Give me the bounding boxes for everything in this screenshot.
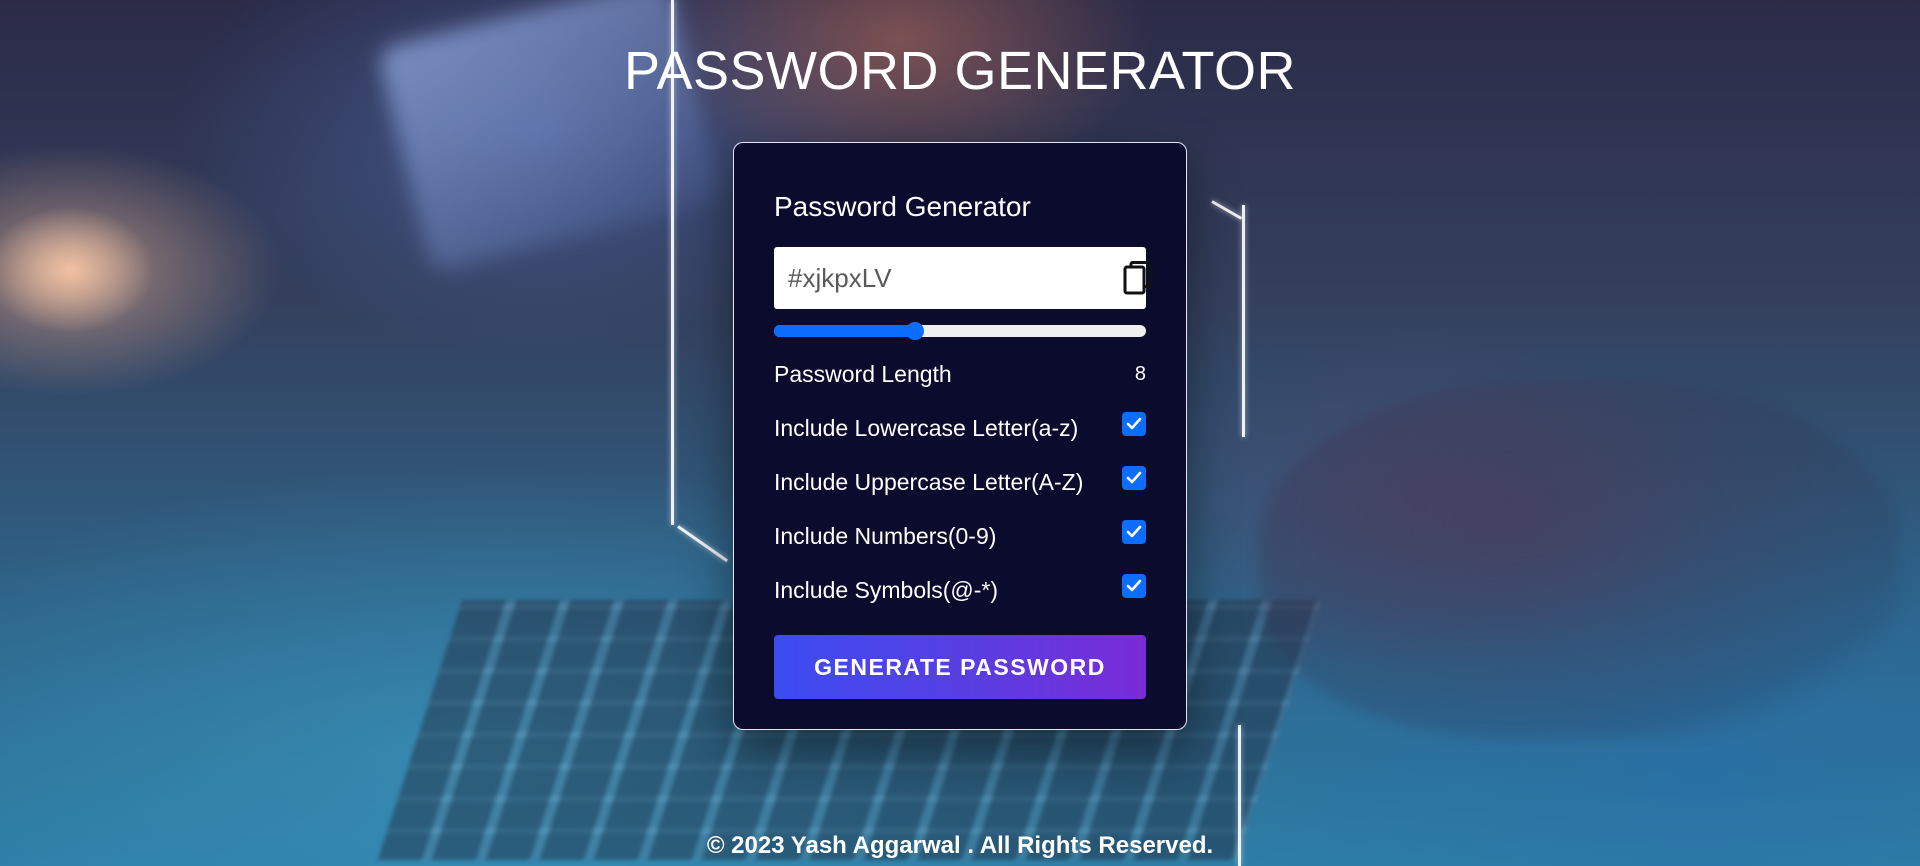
uppercase-checkbox[interactable] [1122, 466, 1146, 490]
length-row: Password Length 8 [774, 359, 1146, 389]
length-slider[interactable] [774, 322, 1146, 340]
numbers-checkbox[interactable] [1122, 520, 1146, 544]
option-label: Include Numbers(0-9) [774, 522, 997, 549]
checkmark-icon [1126, 579, 1142, 592]
background-hand [1260, 380, 1900, 740]
option-label: Include Symbols(@-*) [774, 576, 999, 603]
decor-line [677, 525, 729, 563]
card-title: Password Generator [774, 191, 1031, 222]
checkmark-icon [1126, 417, 1142, 430]
checkmark-icon [1126, 471, 1142, 484]
length-value: 8 [1134, 362, 1146, 385]
lowercase-checkbox[interactable] [1122, 412, 1146, 436]
length-slider-thumb[interactable] [906, 322, 925, 340]
option-lowercase[interactable]: Include Lowercase Letter(a-z) [774, 412, 1146, 443]
decor-line [1211, 200, 1243, 220]
option-numbers[interactable]: Include Numbers(0-9) [774, 520, 1146, 551]
page-title: PASSWORD GENERATOR [623, 41, 1297, 101]
symbols-checkbox[interactable] [1122, 574, 1146, 598]
footer-copyright: © 2023 Yash Aggarwal . All Rights Reserv… [706, 832, 1214, 859]
copy-button[interactable] [1123, 261, 1153, 295]
option-label: Include Uppercase Letter(A-Z) [774, 468, 1084, 495]
password-display [774, 247, 1152, 309]
generate-password-button[interactable]: GENERATE PASSWORD [774, 635, 1146, 699]
length-slider-fill [774, 325, 916, 337]
option-label: Include Lowercase Letter(a-z) [774, 414, 1079, 441]
generator-card: Password Generator Password Length 8 Inc… [733, 142, 1187, 730]
option-symbols[interactable]: Include Symbols(@-*) [774, 574, 1146, 605]
decor-line [1242, 205, 1245, 437]
copy-icon [1123, 261, 1153, 295]
checkmark-icon [1126, 525, 1142, 538]
option-uppercase[interactable]: Include Uppercase Letter(A-Z) [774, 466, 1146, 497]
password-output-field[interactable] [788, 262, 1123, 294]
length-label: Password Length [774, 360, 952, 387]
